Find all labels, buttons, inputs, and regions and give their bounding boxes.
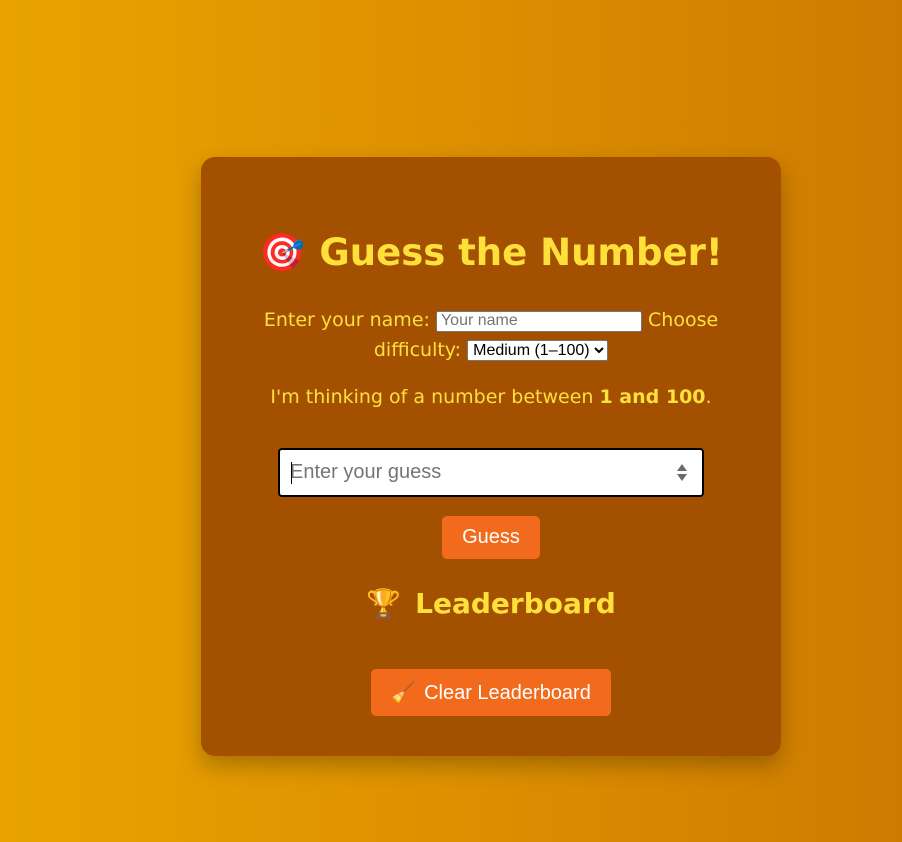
range-hint: I'm thinking of a number between 1 and 1… (201, 383, 781, 411)
leaderboard-title-text: Leaderboard (415, 587, 616, 620)
name-label: Enter your name: (263, 309, 430, 331)
text-cursor (291, 462, 292, 484)
spinner-up-icon[interactable] (677, 464, 687, 471)
name-input[interactable] (435, 310, 642, 332)
hint-suffix: . (705, 386, 712, 408)
trophy-icon: 🏆 (366, 587, 402, 620)
page-title: 🎯 Guess the Number! (201, 229, 781, 277)
guess-input[interactable] (290, 450, 670, 495)
broom-icon: 🧹 (391, 682, 417, 704)
game-card: 🎯 Guess the Number! Enter your name: Choo… (201, 157, 781, 756)
target-icon: 🎯 (259, 231, 306, 274)
leaderboard-title: 🏆 Leaderboard (201, 584, 781, 624)
clear-leaderboard-label: Clear Leaderboard (424, 682, 591, 704)
clear-leaderboard-button[interactable]: 🧹 Clear Leaderboard (371, 669, 611, 716)
player-setup: Enter your name: Choose difficulty: Medi… (261, 305, 721, 365)
hint-range: 1 and 100 (599, 386, 706, 408)
hint-prefix: I'm thinking of a number between (270, 386, 600, 408)
number-spinner[interactable] (676, 462, 688, 483)
title-text: Guess the Number! (319, 231, 723, 274)
guess-field[interactable] (278, 448, 704, 497)
spinner-down-icon[interactable] (677, 474, 687, 481)
guess-button[interactable]: Guess (442, 516, 540, 559)
difficulty-select[interactable]: Medium (1–100) (467, 340, 609, 361)
